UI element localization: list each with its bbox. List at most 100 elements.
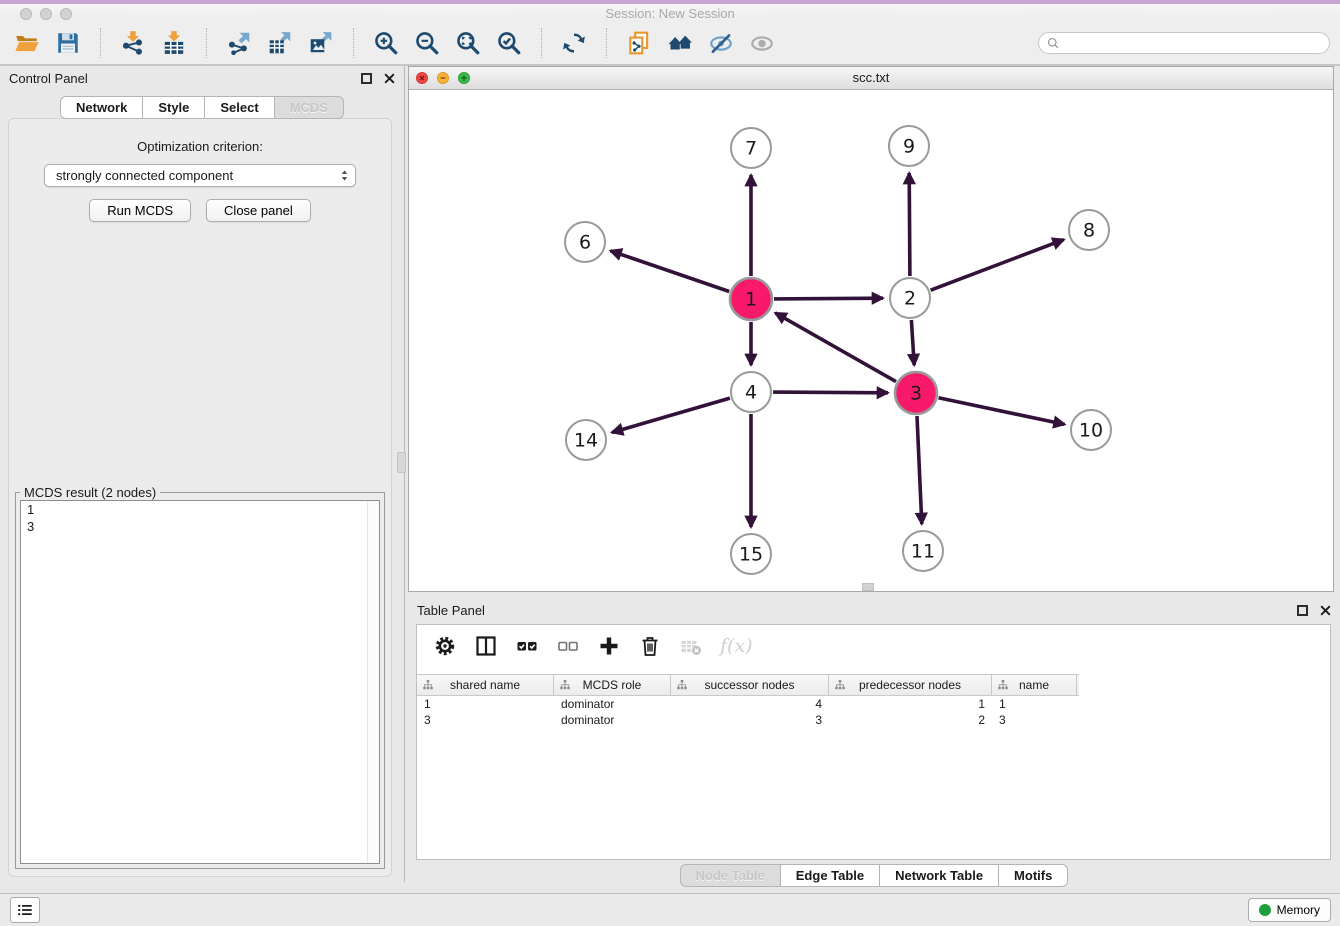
node-11[interactable]: 11	[903, 531, 943, 571]
open-session-button[interactable]	[10, 26, 44, 60]
node-4[interactable]: 4	[731, 372, 771, 412]
table-cell[interactable]: dominator	[554, 697, 671, 711]
edge-1-2[interactable]	[774, 298, 883, 299]
delete-column-button[interactable]	[637, 633, 663, 659]
tab-select[interactable]: Select	[205, 96, 274, 119]
memory-button[interactable]: Memory	[1248, 898, 1331, 922]
zoom-in-button[interactable]	[369, 26, 403, 60]
criterion-dropdown[interactable]: strongly connected component	[44, 164, 356, 187]
edge-4-3[interactable]	[773, 392, 888, 393]
table-cell[interactable]: dominator	[554, 713, 671, 727]
delete-table-button[interactable]	[678, 633, 704, 659]
table-cell[interactable]: 3	[417, 713, 554, 727]
table-cell[interactable]: 2	[829, 713, 992, 727]
node-1[interactable]: 1	[730, 278, 772, 320]
close-table-panel-icon[interactable]	[1319, 604, 1332, 617]
network-close-icon[interactable]	[416, 72, 428, 84]
node-3[interactable]: 3	[895, 372, 937, 414]
function-builder-button[interactable]: f(x)	[719, 633, 754, 659]
search-box[interactable]	[1038, 32, 1330, 54]
node-2[interactable]: 2	[890, 278, 930, 318]
zoom-selected-button[interactable]	[492, 26, 526, 60]
tab-mcds[interactable]: MCDS	[275, 96, 344, 119]
optimization-criterion-label: Optimization criterion:	[9, 139, 391, 154]
export-network-button[interactable]	[222, 26, 256, 60]
new-network-from-selection-button[interactable]	[622, 26, 656, 60]
main-toolbar-icons	[10, 26, 779, 60]
table-row[interactable]: 3dominator323	[417, 712, 1079, 728]
control-panel: Control Panel NetworkStyleSelectMCDS Opt…	[0, 66, 405, 882]
column-header-shared-name[interactable]: shared name	[417, 675, 554, 695]
tab-network[interactable]: Network	[60, 96, 143, 119]
zoom-out-button[interactable]	[410, 26, 444, 60]
result-scrollbar[interactable]	[367, 501, 379, 863]
node-8[interactable]: 8	[1069, 210, 1109, 250]
export-image-button[interactable]	[304, 26, 338, 60]
table-cell[interactable]: 1	[829, 697, 992, 711]
select-all-rows-button[interactable]	[514, 633, 540, 659]
table-row[interactable]: 1dominator411	[417, 696, 1079, 712]
edge-3-11[interactable]	[917, 416, 922, 524]
table-cell[interactable]: 4	[671, 697, 829, 711]
network-canvas[interactable]: 7 9 6 8 1 2 4 3 14 10 15 11	[409, 90, 1333, 591]
svg-text:1: 1	[745, 289, 757, 311]
close-panel-icon[interactable]	[383, 72, 396, 85]
tab-style[interactable]: Style	[143, 96, 205, 119]
edge-3-10[interactable]	[939, 398, 1065, 425]
edge-2-3[interactable]	[911, 320, 914, 365]
table-settings-button[interactable]	[432, 633, 458, 659]
save-session-button[interactable]	[51, 26, 85, 60]
mcds-result-item[interactable]: 3	[21, 518, 379, 535]
panel-splitter-grip[interactable]	[397, 452, 406, 473]
column-header-name[interactable]: name	[992, 675, 1077, 695]
canvas-splitter-grip[interactable]	[862, 583, 874, 591]
deselect-all-rows-button[interactable]	[555, 633, 581, 659]
chevron-up-down-icon	[337, 167, 352, 184]
node-15[interactable]: 15	[731, 534, 771, 574]
column-header-predecessor-nodes[interactable]: predecessor nodes	[829, 675, 992, 695]
mcds-result-list[interactable]: 13	[20, 500, 380, 864]
toolbar-separator	[206, 28, 207, 58]
hide-selected-button[interactable]	[704, 26, 738, 60]
show-hidden-button[interactable]	[745, 26, 779, 60]
export-table-button[interactable]	[263, 26, 297, 60]
add-column-icon	[597, 634, 621, 658]
run-mcds-button[interactable]: Run MCDS	[89, 199, 191, 222]
network-window-titlebar[interactable]: scc.txt	[409, 67, 1333, 90]
edge-4-14[interactable]	[612, 398, 730, 432]
network-maximize-icon[interactable]	[458, 72, 470, 84]
table-cell[interactable]: 3	[671, 713, 829, 727]
node-6[interactable]: 6	[565, 222, 605, 262]
first-neighbors-button[interactable]	[663, 26, 697, 60]
mcds-result-item[interactable]: 1	[21, 501, 379, 518]
close-panel-button[interactable]: Close panel	[206, 199, 311, 222]
add-column-button[interactable]	[596, 633, 622, 659]
edge-2-8[interactable]	[931, 240, 1064, 291]
import-network-button[interactable]	[116, 26, 150, 60]
table-tab-node-table[interactable]: Node Table	[680, 864, 781, 887]
float-table-panel-icon[interactable]	[1297, 605, 1308, 616]
table-tab-motifs[interactable]: Motifs	[999, 864, 1068, 887]
column-layout-button[interactable]	[473, 633, 499, 659]
edge-3-1[interactable]	[775, 313, 896, 382]
node-10[interactable]: 10	[1071, 410, 1111, 450]
node-9[interactable]: 9	[889, 126, 929, 166]
search-input[interactable]	[1064, 36, 1322, 50]
float-panel-icon[interactable]	[361, 73, 372, 84]
column-header-mcds-role[interactable]: MCDS role	[554, 675, 671, 695]
node-14[interactable]: 14	[566, 420, 606, 460]
table-tab-edge-table[interactable]: Edge Table	[781, 864, 880, 887]
table-cell[interactable]: 3	[992, 713, 1077, 727]
import-table-button[interactable]	[157, 26, 191, 60]
table-cell[interactable]: 1	[417, 697, 554, 711]
node-7[interactable]: 7	[731, 128, 771, 168]
network-minimize-icon[interactable]	[437, 72, 449, 84]
table-tab-network-table[interactable]: Network Table	[880, 864, 999, 887]
column-header-successor-nodes[interactable]: successor nodes	[671, 675, 829, 695]
zoom-fit-button[interactable]	[451, 26, 485, 60]
apply-layout-button[interactable]	[557, 26, 591, 60]
edge-1-6[interactable]	[611, 251, 730, 292]
table-cell[interactable]: 1	[992, 697, 1077, 711]
task-history-button[interactable]	[10, 897, 40, 923]
edge-2-9[interactable]	[909, 173, 910, 276]
